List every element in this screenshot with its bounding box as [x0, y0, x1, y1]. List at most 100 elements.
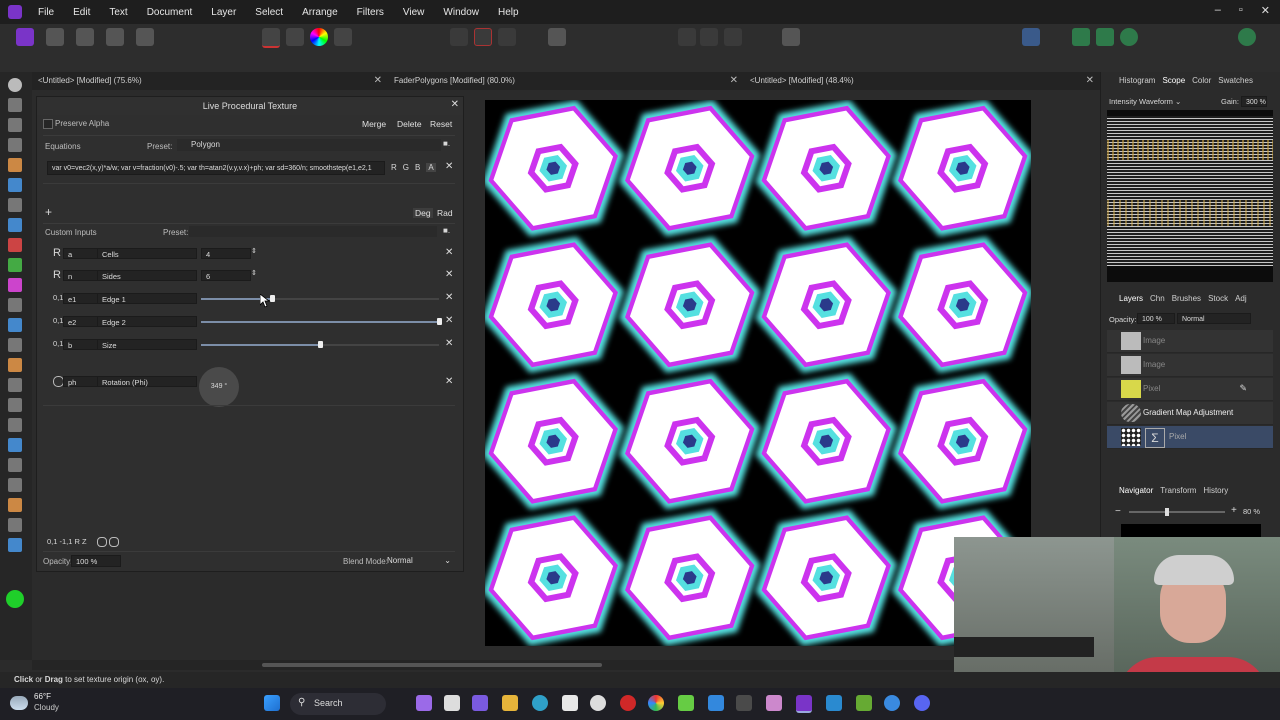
auto-white-balance-icon[interactable]	[334, 28, 352, 46]
file-explorer-icon[interactable]	[502, 695, 518, 711]
chat-icon[interactable]	[416, 695, 432, 711]
menu-filters[interactable]: Filters	[357, 7, 384, 18]
app-icon[interactable]	[766, 695, 782, 711]
primary-color-swatch[interactable]	[6, 590, 24, 608]
channel-r-button[interactable]: R	[391, 163, 397, 172]
rad-button[interactable]: Rad	[437, 208, 453, 218]
menu-layer[interactable]: Layer	[211, 7, 236, 18]
merge-button[interactable]: Merge	[362, 119, 386, 129]
windows-start-icon[interactable]	[264, 695, 280, 711]
export-persona-icon[interactable]	[136, 28, 154, 46]
color-wheel-icon[interactable]	[8, 538, 22, 552]
input-name[interactable]: Sides	[97, 270, 197, 281]
remove-input-icon[interactable]: ✕	[445, 338, 453, 349]
edge-icon[interactable]	[532, 695, 548, 711]
zoom-tool-icon[interactable]	[8, 478, 22, 492]
dodge-tool-icon[interactable]	[8, 318, 22, 332]
menu-select[interactable]: Select	[255, 7, 283, 18]
search-box[interactable]: ⚲ Search	[290, 693, 386, 715]
snapping-icon[interactable]	[678, 28, 696, 46]
app-icon[interactable]	[736, 695, 752, 711]
layer-item-selected[interactable]: Σ Pixel	[1107, 426, 1273, 449]
close-window-button[interactable]: ✕	[1261, 4, 1270, 17]
tab-channels[interactable]: Chn	[1150, 294, 1165, 303]
deg-button[interactable]: Deg	[413, 208, 433, 218]
edge2-slider-handle[interactable]	[437, 318, 442, 325]
channel-b-button[interactable]: B	[415, 163, 420, 172]
layer-item[interactable]: Pixel ✎	[1107, 378, 1273, 401]
photo-persona-icon[interactable]	[16, 28, 34, 46]
task-view-icon[interactable]	[444, 695, 460, 711]
custom-preset-menu-icon[interactable]: ■.	[443, 226, 450, 235]
input-var[interactable]: n	[63, 270, 101, 281]
input-var[interactable]: ph	[63, 376, 101, 387]
input-type[interactable]: 0,1	[53, 339, 63, 348]
refine-selection-icon[interactable]	[498, 28, 516, 46]
input-type[interactable]: 0,1	[53, 293, 63, 302]
share-icon[interactable]	[1072, 28, 1090, 46]
discord-icon[interactable]	[914, 695, 930, 711]
menu-edit[interactable]: Edit	[73, 7, 90, 18]
tab-fader-polygons[interactable]: FaderPolygons [Modified] (80.0%) ✕	[394, 72, 738, 90]
input-type[interactable]: 0,1	[53, 316, 63, 325]
menu-text[interactable]: Text	[109, 7, 127, 18]
pen-tool-icon[interactable]	[8, 398, 22, 412]
zoom-in-icon[interactable]: +	[1231, 505, 1237, 516]
input-type[interactable]: R	[53, 269, 61, 281]
close-panel-icon[interactable]: ✕	[451, 99, 459, 110]
remove-input-icon[interactable]: ✕	[445, 247, 453, 258]
bing-icon[interactable]	[708, 695, 724, 711]
preset-dropdown[interactable]: Polygon	[177, 139, 441, 151]
teams-icon[interactable]	[472, 695, 488, 711]
menu-help[interactable]: Help	[498, 7, 519, 18]
input-name[interactable]: Size	[97, 339, 197, 350]
input-name[interactable]: Edge 2	[97, 316, 197, 327]
tab-untitled-1[interactable]: <Untitled> [Modified] (75.6%) ✕	[38, 72, 382, 90]
blend-mode-dropdown[interactable]: Normal ⌄	[387, 556, 455, 567]
measure-tool-icon[interactable]	[8, 498, 22, 512]
preset-menu-icon[interactable]: ■.	[443, 139, 450, 148]
blemish-removal-icon[interactable]	[8, 358, 22, 372]
erase-brush-icon[interactable]	[8, 278, 22, 292]
horizontal-scrollbar[interactable]	[32, 660, 1100, 670]
add-equation-button[interactable]: +	[45, 205, 52, 219]
arrange-icon[interactable]	[1022, 28, 1040, 46]
zoom-slider-handle[interactable]	[1165, 508, 1169, 516]
user-account-icon[interactable]	[1238, 28, 1256, 46]
remove-input-icon[interactable]: ✕	[445, 376, 453, 387]
input-value[interactable]: 6	[201, 270, 251, 281]
mesh-warp-icon[interactable]	[8, 458, 22, 472]
close-tab-icon[interactable]: ✕	[374, 72, 382, 90]
minimize-button[interactable]: –	[1215, 4, 1221, 17]
input-var[interactable]: e1	[63, 293, 101, 304]
remove-input-icon[interactable]: ✕	[445, 292, 453, 303]
equation-input[interactable]: var v0=vec2(x,y)*a/w; var v=fraction(v0)…	[47, 161, 385, 175]
opera-icon[interactable]	[620, 695, 636, 711]
add-dial-input-icon[interactable]	[109, 537, 119, 547]
force-pixel-icon[interactable]	[700, 28, 718, 46]
menu-document[interactable]: Document	[147, 7, 193, 18]
stepper-icon[interactable]: ⇕	[251, 269, 257, 277]
view-mode-icon[interactable]	[548, 28, 566, 46]
auto-color-icon[interactable]	[310, 28, 328, 46]
remove-input-icon[interactable]: ✕	[445, 315, 453, 326]
hand-tool-icon[interactable]	[8, 78, 22, 92]
input-var[interactable]: a	[63, 248, 101, 259]
app-icon[interactable]	[884, 695, 900, 711]
navigator-preview[interactable]	[1121, 524, 1261, 538]
text-tool-icon[interactable]	[8, 438, 22, 452]
rotation-dial[interactable]: 349 °	[199, 367, 239, 407]
input-var[interactable]: b	[63, 339, 101, 350]
tab-transform[interactable]: Transform	[1160, 486, 1196, 495]
tab-navigator[interactable]: Navigator	[1119, 486, 1153, 495]
channel-g-button[interactable]: G	[403, 163, 409, 172]
app-icon[interactable]	[678, 695, 694, 711]
scope-mode-dropdown[interactable]: Intensity Waveform ⌄	[1109, 97, 1181, 106]
layer-blend-dropdown[interactable]: Normal	[1177, 313, 1251, 324]
selection-mode-icon[interactable]	[450, 28, 468, 46]
menu-window[interactable]: Window	[443, 7, 479, 18]
input-var[interactable]: e2	[63, 316, 101, 327]
remove-input-icon[interactable]: ✕	[445, 269, 453, 280]
tab-adjustments[interactable]: Adj	[1235, 294, 1247, 303]
layer-item[interactable]: Gradient Map Adjustment	[1107, 402, 1273, 425]
